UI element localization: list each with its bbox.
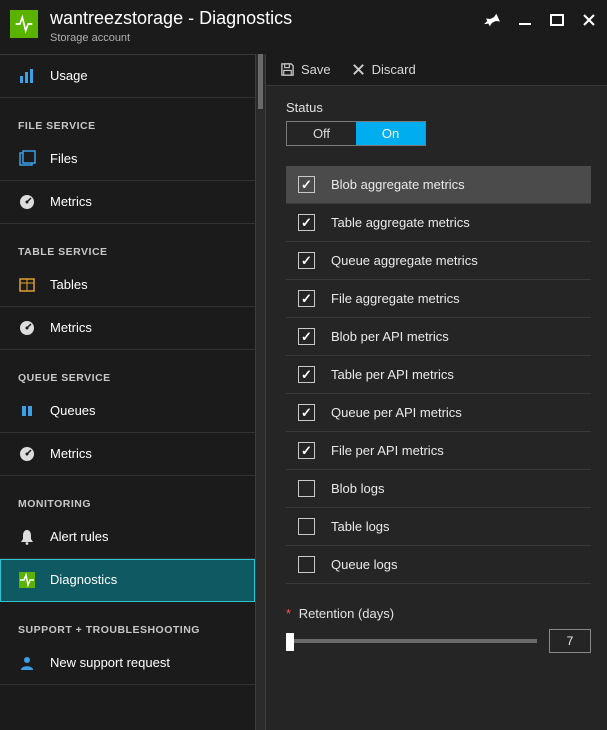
metric-checkbox[interactable]	[298, 404, 315, 421]
titlebar: wantreezstorage - Diagnostics Storage ac…	[0, 0, 607, 54]
sidebar-item-label: Alert rules	[50, 529, 109, 544]
sidebar-item-queue-metrics[interactable]: Metrics	[0, 433, 255, 476]
queue-icon	[18, 402, 36, 420]
metric-checkbox[interactable]	[298, 366, 315, 383]
metric-checkbox[interactable]	[298, 252, 315, 269]
section-support: SUPPORT + TROUBLESHOOTING	[0, 602, 255, 642]
metric-label: Blob aggregate metrics	[331, 177, 465, 192]
sidebar-item-queues[interactable]: Queues	[0, 390, 255, 433]
metric-row[interactable]: Queue per API metrics	[286, 394, 591, 432]
discard-icon	[351, 62, 366, 77]
metric-label: Blob per API metrics	[331, 329, 449, 344]
metric-checkbox[interactable]	[298, 442, 315, 459]
blade-subtitle: Storage account	[50, 32, 473, 44]
bar-chart-icon	[18, 67, 36, 85]
sidebar-item-label: New support request	[50, 655, 170, 670]
status-toggle[interactable]: Off On	[286, 121, 426, 146]
metric-checkbox[interactable]	[298, 518, 315, 535]
metric-label: Blob logs	[331, 481, 384, 496]
maximize-icon[interactable]	[549, 12, 565, 28]
retention-section: * Retention (days) 7	[286, 606, 591, 653]
alert-bell-icon	[18, 528, 36, 546]
metric-checkbox[interactable]	[298, 556, 315, 573]
metric-row[interactable]: File aggregate metrics	[286, 280, 591, 318]
storage-pulse-icon	[10, 10, 38, 38]
sidebar-item-label: Diagnostics	[50, 572, 117, 587]
metrics-gauge-icon	[18, 319, 36, 337]
discard-label: Discard	[372, 62, 416, 77]
blade-title: wantreezstorage - Diagnostics	[50, 8, 473, 30]
sidebar-item-new-support-request[interactable]: New support request	[0, 642, 255, 685]
metric-label: Table aggregate metrics	[331, 215, 470, 230]
diagnostics-pane: Save Discard Status Off On Blob aggregat…	[266, 54, 607, 730]
status-off[interactable]: Off	[287, 122, 356, 145]
metric-row[interactable]: Table per API metrics	[286, 356, 591, 394]
metric-checkbox[interactable]	[298, 328, 315, 345]
metric-checkbox[interactable]	[298, 290, 315, 307]
sidebar: Usage FILE SERVICE Files Metrics TABLE S…	[0, 54, 255, 730]
metric-row[interactable]: Table aggregate metrics	[286, 204, 591, 242]
metrics-gauge-icon	[18, 445, 36, 463]
metric-label: Queue logs	[331, 557, 398, 572]
section-queue-service: QUEUE SERVICE	[0, 350, 255, 390]
sidebar-item-files[interactable]: Files	[0, 138, 255, 181]
metric-label: File aggregate metrics	[331, 291, 460, 306]
slider-thumb[interactable]	[286, 633, 294, 651]
save-label: Save	[301, 62, 331, 77]
command-bar: Save Discard	[266, 54, 607, 86]
sidebar-item-tables[interactable]: Tables	[0, 264, 255, 307]
sidebar-item-alert-rules[interactable]: Alert rules	[0, 516, 255, 559]
retention-slider[interactable]	[286, 633, 537, 649]
status-on[interactable]: On	[356, 122, 425, 145]
metrics-gauge-icon	[18, 193, 36, 211]
section-file-service: FILE SERVICE	[0, 98, 255, 138]
metric-label: Queue per API metrics	[331, 405, 462, 420]
sidebar-item-table-metrics[interactable]: Metrics	[0, 307, 255, 350]
close-icon[interactable]	[581, 12, 597, 28]
sidebar-item-label: Files	[50, 151, 77, 166]
sidebar-item-file-metrics[interactable]: Metrics	[0, 181, 255, 224]
retention-label: Retention (days)	[299, 606, 394, 621]
sidebar-item-label: Metrics	[50, 446, 92, 461]
sidebar-item-usage[interactable]: Usage	[0, 55, 255, 98]
pane-divider[interactable]	[255, 54, 266, 730]
metric-row[interactable]: Blob per API metrics	[286, 318, 591, 356]
sidebar-item-label: Usage	[50, 68, 88, 83]
metric-label: Table logs	[331, 519, 390, 534]
minimize-icon[interactable]	[517, 12, 533, 28]
metric-row[interactable]: Queue aggregate metrics	[286, 242, 591, 280]
metric-row[interactable]: Blob aggregate metrics	[286, 166, 591, 204]
metric-row[interactable]: Table logs	[286, 508, 591, 546]
metric-row[interactable]: Blob logs	[286, 470, 591, 508]
section-monitoring: MONITORING	[0, 476, 255, 516]
metric-checkbox[interactable]	[298, 214, 315, 231]
save-icon	[280, 62, 295, 77]
retention-value[interactable]: 7	[549, 629, 591, 653]
section-table-service: TABLE SERVICE	[0, 224, 255, 264]
files-icon	[18, 150, 36, 168]
save-button[interactable]: Save	[280, 62, 331, 77]
metric-label: Queue aggregate metrics	[331, 253, 478, 268]
sidebar-item-label: Tables	[50, 277, 88, 292]
metric-label: Table per API metrics	[331, 367, 454, 382]
sidebar-item-label: Metrics	[50, 320, 92, 335]
metrics-list: Blob aggregate metrics Table aggregate me…	[286, 166, 591, 584]
metric-row[interactable]: File per API metrics	[286, 432, 591, 470]
metric-checkbox[interactable]	[298, 480, 315, 497]
metric-label: File per API metrics	[331, 443, 444, 458]
sidebar-item-label: Queues	[50, 403, 96, 418]
metric-row[interactable]: Queue logs	[286, 546, 591, 584]
pin-icon[interactable]	[485, 12, 501, 28]
discard-button[interactable]: Discard	[351, 62, 416, 77]
sidebar-item-diagnostics[interactable]: Diagnostics	[0, 559, 255, 602]
support-person-icon	[18, 654, 36, 672]
metric-checkbox[interactable]	[298, 176, 315, 193]
status-label: Status	[286, 100, 591, 115]
required-asterisk: *	[286, 606, 291, 621]
diagnostics-pulse-icon	[18, 571, 36, 589]
table-grid-icon	[18, 276, 36, 294]
sidebar-item-label: Metrics	[50, 194, 92, 209]
